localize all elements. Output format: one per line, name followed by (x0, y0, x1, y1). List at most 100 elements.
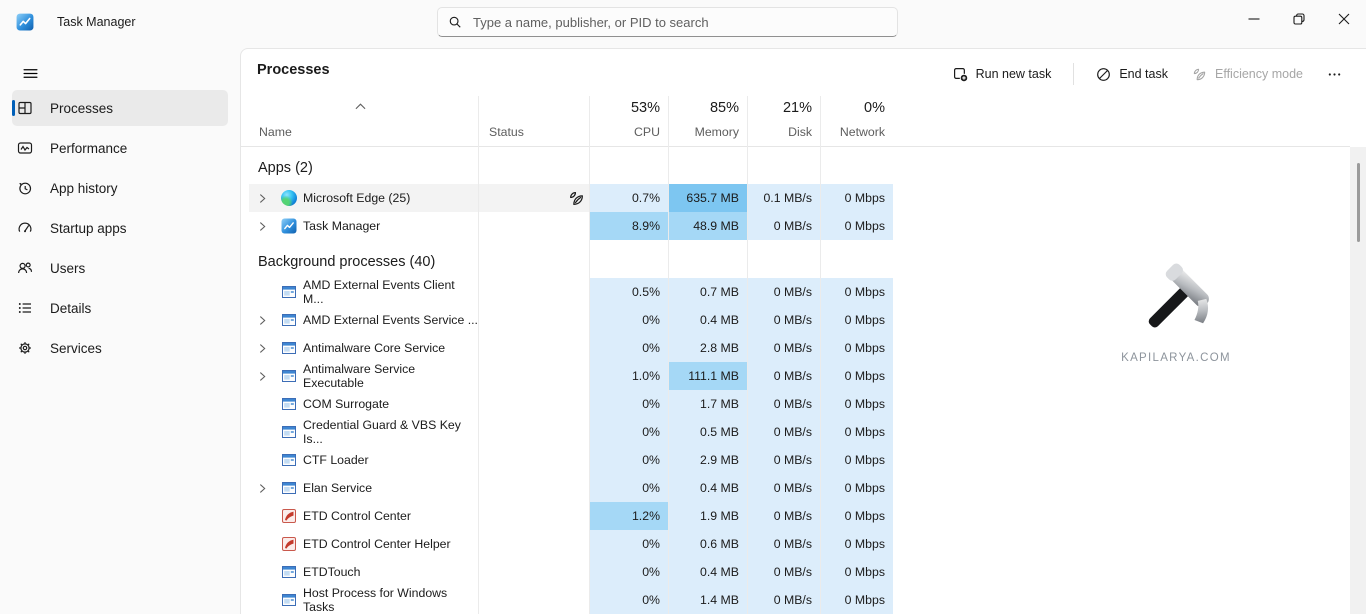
process-name-cell: Task Manager (249, 212, 478, 240)
sort-ascending-caret-icon (355, 103, 366, 110)
run-new-task-label: Run new task (976, 67, 1052, 81)
cpu-cell: 0% (589, 474, 668, 502)
memory-cell: 1.9 MB (668, 502, 747, 530)
process-row[interactable]: Elan Service0%0.4 MB0 MB/s0 Mbps (249, 474, 893, 502)
sidebar-item-startup-apps[interactable]: Startup apps (12, 210, 228, 246)
grid-cell (668, 153, 747, 184)
status-cell (478, 278, 589, 306)
titlebar: Task Manager (0, 0, 1366, 48)
end-task-label: End task (1119, 67, 1168, 81)
process-name: CTF Loader (303, 453, 369, 467)
grid-cell (249, 146, 478, 153)
process-row[interactable]: Microsoft Edge (25)0.7%635.7 MB0.1 MB/s0… (249, 184, 893, 212)
sidebar-item-details[interactable]: Details (12, 290, 228, 326)
network-cell: 0 Mbps (820, 586, 893, 614)
process-row[interactable]: ETD Control Center1.2%1.9 MB0 MB/s0 Mbps (249, 502, 893, 530)
grid-cell (589, 146, 668, 153)
process-name: ETD Control Center Helper (303, 537, 451, 551)
process-table: Name Status 53%CPU85%Memory21%Disk0%Networ… (249, 96, 893, 614)
expand-chevron-icon (259, 483, 266, 494)
column-header-network[interactable]: 0%Network (820, 96, 893, 146)
restore-button[interactable] (1276, 0, 1321, 38)
efficiency-mode-button[interactable]: Efficiency mode (1182, 62, 1313, 87)
status-cell (478, 362, 589, 390)
expand-chevron-icon (259, 221, 266, 232)
process-name: COM Surrogate (303, 397, 389, 411)
network-cell: 0 Mbps (820, 212, 893, 240)
memory-cell: 111.1 MB (668, 362, 747, 390)
minimize-button[interactable] (1231, 0, 1276, 38)
scrollbar-thumb[interactable] (1357, 163, 1360, 242)
process-row[interactable]: ETD Control Center Helper0%0.6 MB0 MB/s0… (249, 530, 893, 558)
expand-chevron[interactable] (259, 370, 273, 382)
process-name: Credential Guard & VBS Key Is... (303, 418, 478, 446)
etd-app-icon (281, 508, 297, 524)
sidebar-item-processes[interactable]: Processes (12, 90, 228, 126)
vertical-scrollbar[interactable] (1350, 147, 1366, 614)
process-row[interactable]: Antimalware Core Service0%2.8 MB0 MB/s0 … (249, 334, 893, 362)
process-row[interactable]: Antimalware Service Executable1.0%111.1 … (249, 362, 893, 390)
process-row[interactable]: CTF Loader0%2.9 MB0 MB/s0 Mbps (249, 446, 893, 474)
run-new-task-button[interactable]: Run new task (943, 62, 1062, 87)
task-manager-app-icon (16, 13, 34, 31)
more-options-button[interactable] (1317, 62, 1352, 87)
app-history-icon (17, 180, 33, 196)
process-row[interactable]: AMD External Events Service ...0%0.4 MB0… (249, 306, 893, 334)
column-header-name[interactable]: Name (249, 96, 478, 146)
process-name-cell: Microsoft Edge (25) (249, 184, 478, 212)
process-name: Antimalware Core Service (303, 341, 445, 355)
process-name: AMD External Events Client M... (303, 278, 478, 306)
search-input[interactable] (471, 14, 887, 31)
disk-cell: 0 MB/s (747, 334, 820, 362)
sidebar-item-users[interactable]: Users (12, 250, 228, 286)
column-header-cpu[interactable]: 53%CPU (589, 96, 668, 146)
process-name-cell: ETD Control Center Helper (249, 530, 478, 558)
process-row[interactable]: Host Process for Windows Tasks0%1.4 MB0 … (249, 586, 893, 614)
expand-chevron[interactable] (259, 342, 273, 354)
process-row[interactable]: COM Surrogate0%1.7 MB0 MB/s0 Mbps (249, 390, 893, 418)
network-cell: 0 Mbps (820, 390, 893, 418)
sidebar-item-app-history[interactable]: App history (12, 170, 228, 206)
sidebar-item-services[interactable]: Services (12, 330, 228, 366)
column-header-memory[interactable]: 85%Memory (668, 96, 747, 146)
window-controls (1231, 0, 1366, 38)
efficiency-leaf-icon (568, 190, 585, 207)
grid-cell (747, 240, 820, 247)
process-name-cell: ETD Control Center (249, 502, 478, 530)
menu-toggle-button[interactable] (13, 56, 47, 90)
grid-cell (589, 153, 668, 184)
expand-chevron[interactable] (259, 314, 273, 326)
expand-chevron[interactable] (259, 482, 273, 494)
disk-cell: 0 MB/s (747, 306, 820, 334)
grid-cell (820, 240, 893, 247)
close-button[interactable] (1321, 0, 1366, 38)
column-label: Status (489, 125, 524, 139)
minimize-icon (1248, 13, 1260, 25)
search-box[interactable] (437, 7, 898, 37)
cpu-cell: 0% (589, 586, 668, 614)
process-row[interactable]: Task Manager8.9%48.9 MB0 MB/s0 Mbps (249, 212, 893, 240)
process-row[interactable]: ETDTouch0%0.4 MB0 MB/s0 Mbps (249, 558, 893, 586)
status-cell (478, 212, 589, 240)
cpu-total: 53% (631, 100, 660, 116)
generic-app-icon (281, 368, 297, 384)
expand-chevron-icon (259, 315, 266, 326)
column-header-status[interactable]: Status (478, 96, 589, 146)
sidebar-item-label: Startup apps (50, 221, 127, 236)
sidebar-item-performance[interactable]: Performance (12, 130, 228, 166)
spacer-row (249, 240, 893, 247)
end-task-button[interactable]: End task (1086, 62, 1178, 87)
chevron-placeholder (259, 286, 273, 298)
cpu-cell: 0% (589, 334, 668, 362)
column-header-disk[interactable]: 21%Disk (747, 96, 820, 146)
generic-app-icon (281, 564, 297, 580)
network-cell: 0 Mbps (820, 362, 893, 390)
process-row[interactable]: AMD External Events Client M...0.5%0.7 M… (249, 278, 893, 306)
expand-chevron-icon (259, 371, 266, 382)
column-label: Disk (788, 125, 812, 139)
expand-chevron[interactable] (259, 220, 273, 232)
memory-cell: 0.7 MB (668, 278, 747, 306)
expand-chevron[interactable] (259, 192, 273, 204)
cpu-cell: 1.2% (589, 502, 668, 530)
process-row[interactable]: Credential Guard & VBS Key Is...0%0.5 MB… (249, 418, 893, 446)
